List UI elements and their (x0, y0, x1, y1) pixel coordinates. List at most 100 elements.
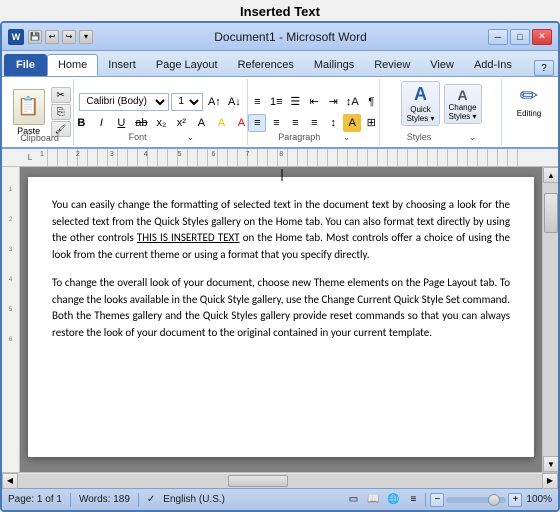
scroll-down-arrow[interactable]: ▼ (543, 456, 559, 472)
underline-button[interactable]: U (112, 114, 130, 132)
font-label: Font ⌄ (129, 132, 195, 143)
save-quick-btn[interactable]: 💾 (28, 30, 42, 44)
scroll-thumb[interactable] (544, 193, 558, 233)
tab-review[interactable]: Review (364, 54, 420, 76)
undo-quick-btn[interactable]: ↩ (45, 30, 59, 44)
paste-icon: 📋 (13, 89, 45, 125)
word-count: Words: 189 (79, 494, 130, 505)
font-name-select[interactable]: Calibri (Body) (79, 93, 169, 111)
title-bar-left: W 💾 ↩ ↪ ▾ (8, 29, 93, 45)
ribbon-help-btn[interactable]: ? (534, 60, 554, 76)
status-bar: Page: 1 of 1 Words: 189 ✓ English (U.S.)… (2, 488, 558, 510)
h-scroll-track[interactable] (18, 474, 542, 488)
quick-access-dropdown[interactable]: ▾ (79, 30, 93, 44)
justify-button[interactable]: ≡ (305, 114, 323, 132)
multilevel-list-button[interactable]: ☰ (286, 93, 304, 111)
close-button[interactable]: ✕ (532, 29, 552, 45)
redo-quick-btn[interactable]: ↪ (62, 30, 76, 44)
status-sep-1 (70, 493, 71, 507)
ribbon-content: 📋 Paste ✂ ⎘ 🖌 Clipboard Calibri (Body) (2, 77, 558, 149)
increase-indent-button[interactable]: ⇥ (324, 93, 342, 111)
window-controls: ─ □ ✕ (488, 29, 552, 45)
zoom-level[interactable]: 100% (526, 494, 552, 505)
tab-references[interactable]: References (228, 54, 304, 76)
paragraph-1: You can easily change the formatting of … (52, 197, 510, 263)
tab-mailings[interactable]: Mailings (304, 54, 364, 76)
tab-page-layout[interactable]: Page Layout (146, 54, 228, 76)
paragraph-2: To change the overall look of your docum… (52, 275, 510, 341)
borders-button[interactable]: ⊞ (362, 114, 380, 132)
document-area: 1 2 3 4 5 6 You can easily change the fo… (2, 167, 558, 472)
ribbon-tabs: File Home Insert Page Layout References … (2, 51, 558, 77)
zoom-track[interactable] (446, 497, 506, 503)
align-left-button[interactable]: ≡ (248, 114, 266, 132)
tab-view[interactable]: View (420, 54, 464, 76)
editing-group: ✏ Editing (504, 79, 554, 145)
show-formatting-button[interactable]: ¶ (362, 93, 380, 111)
word-icon-letter: W (12, 32, 21, 42)
proofing-icon[interactable]: ✓ (147, 494, 155, 505)
italic-button[interactable]: I (92, 114, 110, 132)
sort-button[interactable]: ↕A (343, 93, 361, 111)
change-styles-button[interactable]: A ChangeStyles ▾ (444, 84, 482, 124)
zoom-plus-btn[interactable]: + (508, 493, 522, 507)
ruler-content: 1 2 3 4 5 6 7 8 (38, 149, 522, 166)
strikethrough-button[interactable]: ab (132, 114, 150, 132)
quick-access-toolbar: 💾 ↩ ↪ ▾ (28, 30, 93, 44)
scroll-up-arrow[interactable]: ▲ (543, 167, 559, 183)
tab-file[interactable]: File (4, 54, 47, 76)
ruler-left-margin: L (22, 153, 38, 162)
align-right-button[interactable]: ≡ (286, 114, 304, 132)
status-sep-3 (425, 493, 426, 507)
editing-button[interactable]: ✏ Editing (515, 81, 543, 120)
bold-button[interactable]: B (72, 114, 90, 132)
styles-group: A QuickStyles ▾ A ChangeStyles ▾ Styles … (382, 79, 502, 145)
word-icon: W (8, 29, 24, 45)
tab-insert[interactable]: Insert (98, 54, 146, 76)
quick-styles-label: QuickStyles ▾ (406, 105, 434, 123)
full-reading-btn[interactable]: 📖 (365, 492, 381, 508)
maximize-button[interactable]: □ (510, 29, 530, 45)
zoom-thumb[interactable] (488, 494, 500, 506)
numbering-button[interactable]: 1≡ (267, 93, 285, 111)
quick-styles-button[interactable]: A QuickStyles ▾ (401, 81, 439, 126)
shading-button[interactable]: A (343, 114, 361, 132)
outline-btn[interactable]: ≡ (405, 492, 421, 508)
superscript-button[interactable]: x² (172, 114, 190, 132)
copy-button[interactable]: ⎘ (51, 104, 71, 120)
editing-icon: ✏ (520, 83, 538, 109)
cut-button[interactable]: ✂ (51, 87, 71, 103)
editing-label: Editing (517, 109, 541, 118)
styles-label: Styles ⌄ (407, 132, 477, 143)
paragraph-group: ≡ 1≡ ☰ ⇤ ⇥ ↕A ¶ ≡ ≡ ≡ ≡ ↕ A ⊞ (250, 79, 380, 145)
bullets-button[interactable]: ≡ (248, 93, 266, 111)
tab-home[interactable]: Home (47, 54, 98, 76)
font-name-row: Calibri (Body) 11 A↑ A↓ (79, 93, 243, 111)
zoom-minus-btn[interactable]: − (430, 493, 444, 507)
language: English (U.S.) (163, 494, 225, 505)
web-layout-btn[interactable]: 🌐 (385, 492, 401, 508)
print-layout-btn[interactable]: ▭ (345, 492, 361, 508)
subscript-button[interactable]: x₂ (152, 114, 170, 132)
decrease-indent-button[interactable]: ⇤ (305, 93, 323, 111)
text-effects-button[interactable]: A (192, 114, 210, 132)
line-spacing-button[interactable]: ↕ (324, 114, 342, 132)
grow-font-btn[interactable]: A↑ (205, 93, 223, 111)
font-size-select[interactable]: 11 (171, 93, 203, 111)
document-scroll-area[interactable]: You can easily change the formatting of … (20, 167, 542, 467)
h-scroll-thumb[interactable] (228, 475, 288, 487)
horizontal-scrollbar: ◀ ▶ (2, 472, 558, 488)
editing-label-bottom (528, 133, 531, 143)
highlight-button[interactable]: A (212, 114, 230, 132)
shrink-font-btn[interactable]: A↓ (225, 93, 243, 111)
tab-addins[interactable]: Add-Ins (464, 54, 522, 76)
paste-button[interactable]: 📋 Paste (9, 87, 49, 138)
minimize-button[interactable]: ─ (488, 29, 508, 45)
title-bar: W 💾 ↩ ↪ ▾ Document1 - Microsoft Word ─ □… (2, 23, 558, 51)
scroll-right-btn[interactable]: ▶ (542, 473, 558, 489)
zoom-area: − + (430, 493, 522, 507)
scroll-left-btn[interactable]: ◀ (2, 473, 18, 489)
align-center-button[interactable]: ≡ (267, 114, 285, 132)
scroll-track[interactable] (543, 183, 558, 456)
font-format-row: B I U ab x₂ x² A A A (72, 114, 250, 132)
